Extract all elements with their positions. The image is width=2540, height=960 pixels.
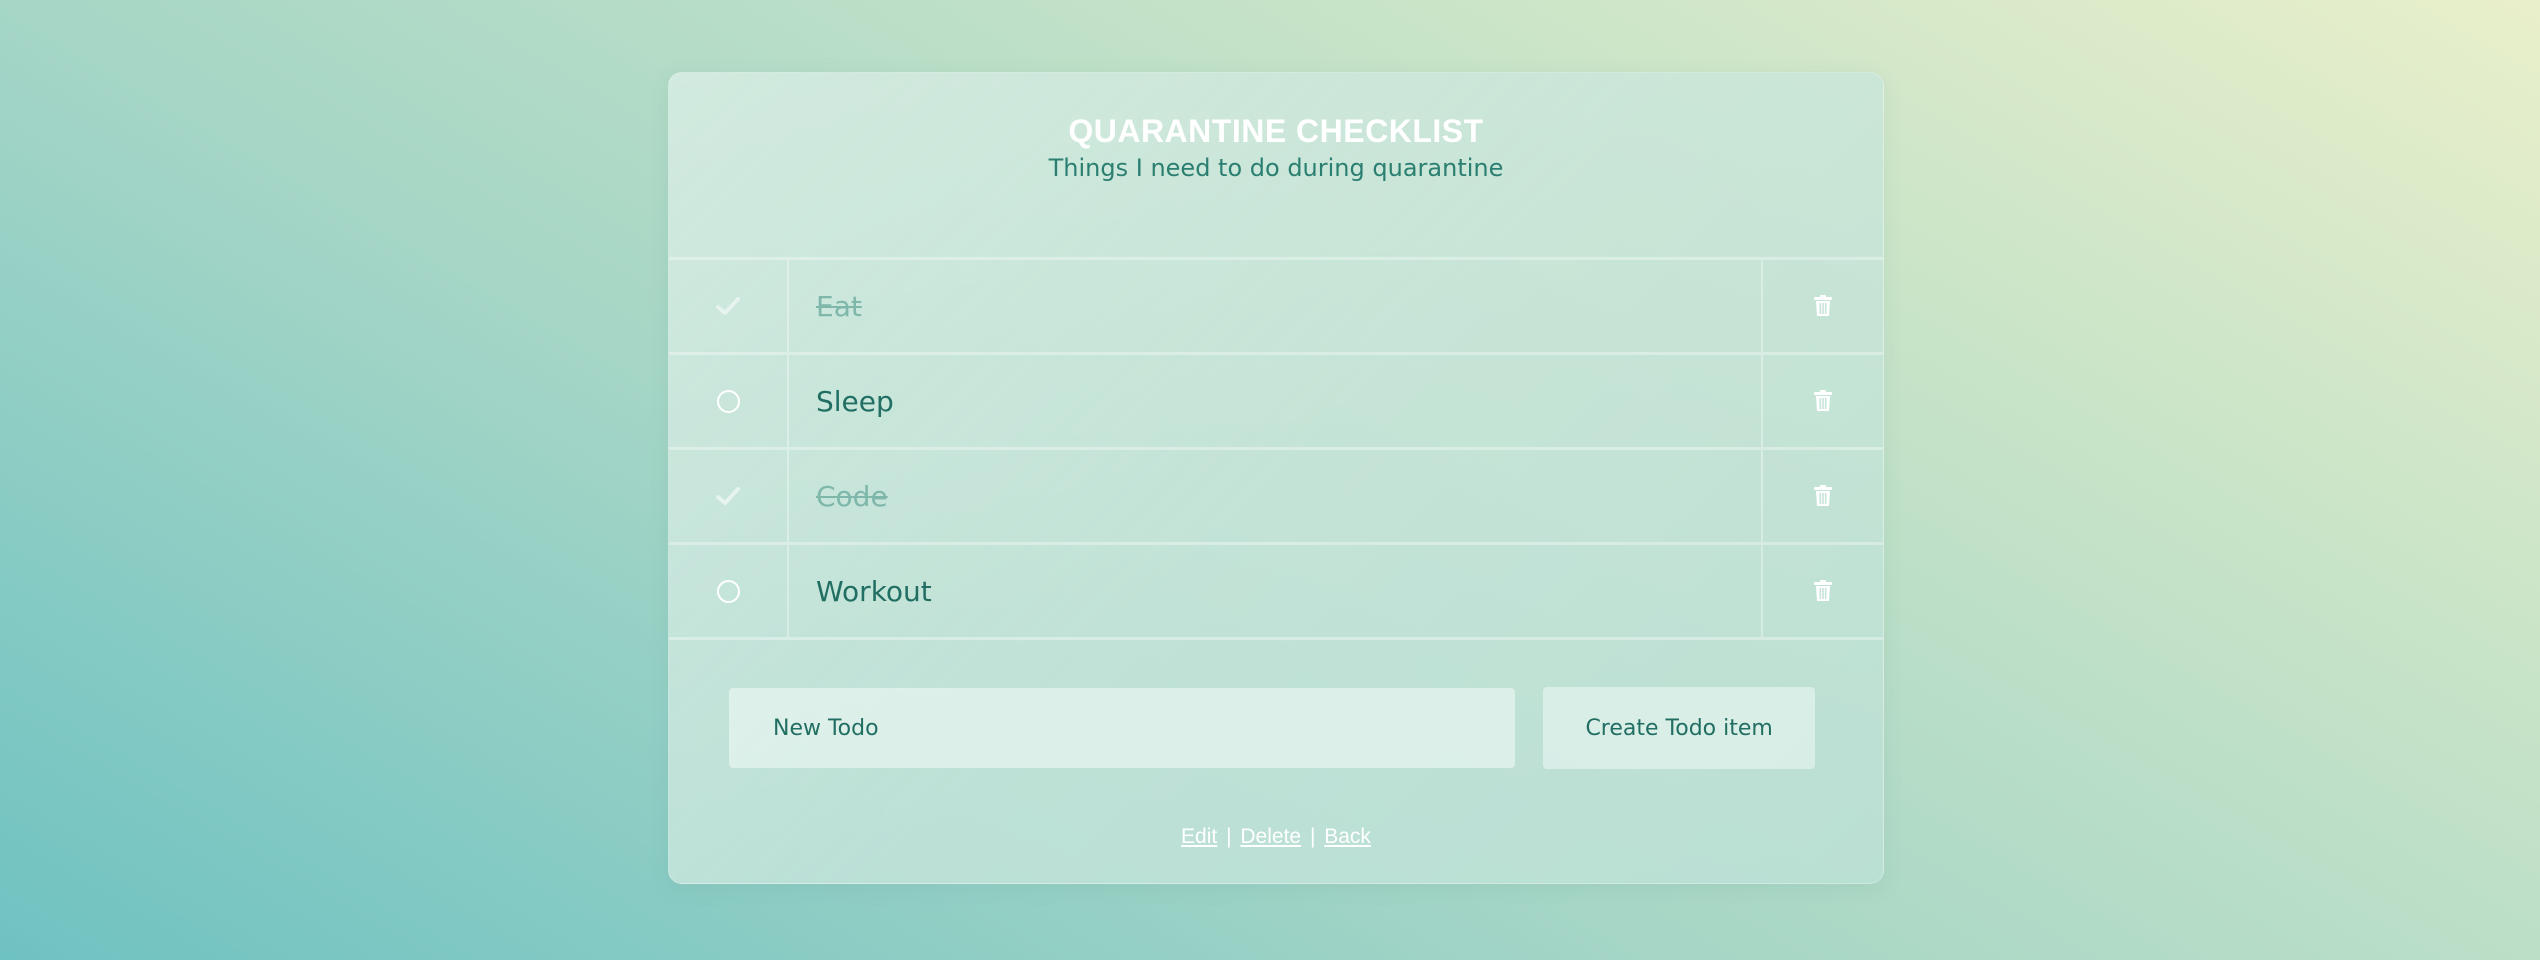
trash-icon — [1814, 485, 1832, 506]
todo-label: Eat — [789, 260, 1763, 352]
new-todo-input[interactable] — [729, 688, 1516, 768]
create-todo-button[interactable]: Create Todo item — [1543, 687, 1815, 769]
todo-row: Code — [669, 447, 1883, 542]
todo-row: Sleep — [669, 352, 1883, 447]
delete-link[interactable]: Delete — [1240, 825, 1301, 848]
delete-todo-button[interactable] — [1763, 545, 1883, 637]
check-icon — [716, 297, 740, 315]
circle-icon — [716, 389, 740, 413]
todo-row: Workout — [669, 542, 1883, 640]
trash-icon — [1814, 390, 1832, 411]
page-subtitle: Things I need to do during quarantine — [1048, 154, 1504, 182]
back-link[interactable]: Back — [1324, 825, 1371, 848]
circle-icon — [716, 579, 740, 603]
todo-list: Eat Sleep Code Workout — [669, 257, 1883, 640]
page-title: QUARANTINE CHECKLIST — [1068, 113, 1484, 149]
todo-row: Eat — [669, 257, 1883, 352]
footer-links: Edit | Delete | Back — [669, 825, 1883, 849]
trash-icon — [1814, 580, 1832, 601]
todo-toggle[interactable] — [669, 260, 789, 352]
delete-todo-button[interactable] — [1763, 260, 1883, 352]
todo-toggle[interactable] — [669, 545, 789, 637]
todo-toggle[interactable] — [669, 450, 789, 542]
link-separator: | — [1309, 825, 1316, 848]
todo-toggle[interactable] — [669, 355, 789, 447]
checklist-header: QUARANTINE CHECKLIST Things I need to do… — [669, 111, 1883, 185]
todo-label: Workout — [789, 545, 1763, 637]
link-separator: | — [1226, 825, 1232, 848]
check-icon — [716, 487, 740, 505]
checklist-card: QUARANTINE CHECKLIST Things I need to do… — [668, 72, 1884, 884]
delete-todo-button[interactable] — [1763, 355, 1883, 447]
edit-link[interactable]: Edit — [1181, 825, 1217, 848]
new-todo-form: Create Todo item — [729, 687, 1815, 769]
delete-todo-button[interactable] — [1763, 450, 1883, 542]
trash-icon — [1814, 295, 1832, 316]
todo-label: Code — [789, 450, 1763, 542]
todo-label: Sleep — [789, 355, 1763, 447]
